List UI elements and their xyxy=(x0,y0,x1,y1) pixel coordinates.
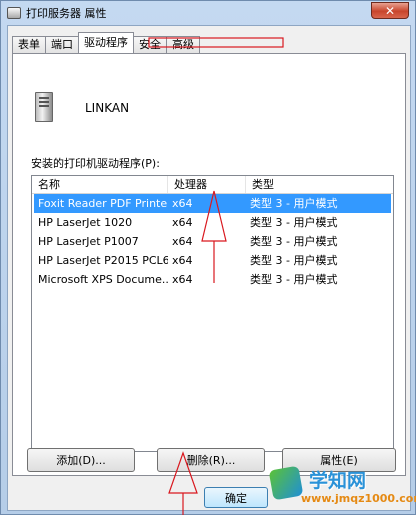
table-row[interactable]: Foxit Reader PDF Printe... x64 类型 3 - 用户… xyxy=(34,194,391,213)
table-row[interactable]: HP LaserJet P2015 PCL6 x64 类型 3 - 用户模式 xyxy=(34,251,391,270)
ok-button[interactable]: 确定 xyxy=(204,487,268,508)
printer-server-icon xyxy=(7,7,21,19)
window-title: 打印服务器 属性 xyxy=(26,7,107,20)
driver-name: HP LaserJet P1007 xyxy=(38,235,139,248)
add-button[interactable]: 添加(D)... xyxy=(27,448,135,472)
driver-type: 类型 3 - 用户模式 xyxy=(250,235,338,248)
driver-processor: x64 xyxy=(172,273,193,286)
drivers-list-label: 安装的打印机驱动程序(P): xyxy=(31,157,160,170)
site-watermark: 学知网 www.jmqz1000.com xyxy=(268,465,416,515)
table-row[interactable]: HP LaserJet P1007 x64 类型 3 - 用户模式 xyxy=(34,232,391,251)
tab-advanced[interactable]: 高级 xyxy=(166,36,200,53)
driver-processor: x64 xyxy=(172,216,193,229)
watermark-title: 学知网 xyxy=(309,470,367,492)
driver-type: 类型 3 - 用户模式 xyxy=(250,216,338,229)
driver-name: Foxit Reader PDF Printe... xyxy=(38,197,168,210)
table-row[interactable]: HP LaserJet 1020 x64 类型 3 - 用户模式 xyxy=(34,213,391,232)
watermark-logo-icon xyxy=(268,465,304,501)
driver-type: 类型 3 - 用户模式 xyxy=(250,273,338,286)
close-button[interactable]: ✕ xyxy=(371,2,409,19)
tab-drivers[interactable]: 驱动程序 xyxy=(78,32,134,53)
driver-processor: x64 xyxy=(172,235,193,248)
driver-name: HP LaserJet P2015 PCL6 xyxy=(38,254,168,267)
column-header-processor[interactable]: 处理器 xyxy=(168,176,246,193)
drivers-panel: LINKAN 安装的打印机驱动程序(P): 名称 处理器 类型 Foxit Re… xyxy=(12,53,406,476)
column-header-name[interactable]: 名称 xyxy=(32,176,168,193)
title-bar: 打印服务器 属性 ✕ xyxy=(1,1,415,25)
list-header: 名称 处理器 类型 xyxy=(32,176,393,194)
driver-type: 类型 3 - 用户模式 xyxy=(250,197,338,210)
tab-forms[interactable]: 表单 xyxy=(12,36,46,53)
driver-name: HP LaserJet 1020 xyxy=(38,216,133,229)
driver-name: Microsoft XPS Docume... xyxy=(38,273,168,286)
server-name: LINKAN xyxy=(85,101,130,115)
properties-window: 打印服务器 属性 ✕ 表单 端口 驱动程序 安全 高级 LINKAN 安装的打印… xyxy=(0,0,416,515)
drivers-list[interactable]: 名称 处理器 类型 Foxit Reader PDF Printe... x64… xyxy=(31,175,394,452)
watermark-url: www.jmqz1000.com xyxy=(301,492,416,505)
tab-security[interactable]: 安全 xyxy=(133,36,167,53)
tab-ports[interactable]: 端口 xyxy=(45,36,79,53)
server-icon xyxy=(35,92,53,122)
dialog-client-area: 表单 端口 驱动程序 安全 高级 LINKAN 安装的打印机驱动程序(P): 名… xyxy=(7,25,411,511)
column-header-type[interactable]: 类型 xyxy=(246,176,393,193)
delete-button[interactable]: 删除(R)... xyxy=(157,448,265,472)
driver-type: 类型 3 - 用户模式 xyxy=(250,254,338,267)
driver-processor: x64 xyxy=(172,254,193,267)
table-row[interactable]: Microsoft XPS Docume... x64 类型 3 - 用户模式 xyxy=(34,270,391,289)
tab-strip: 表单 端口 驱动程序 安全 高级 xyxy=(12,32,200,54)
driver-processor: x64 xyxy=(172,197,193,210)
